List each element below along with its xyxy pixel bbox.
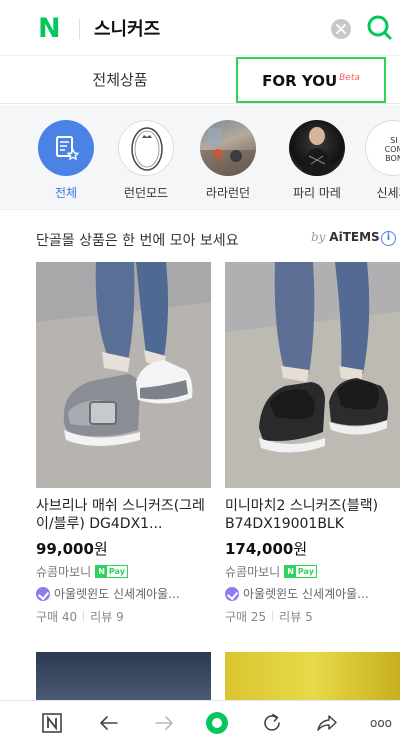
seller-name[interactable]: 슈콤마보니 — [225, 563, 280, 580]
aitems-credit: by AiTEMS — [311, 230, 380, 244]
naver-home-button[interactable] — [38, 709, 66, 737]
purchase-count: 구매 25 — [225, 610, 267, 624]
share-button[interactable] — [313, 709, 341, 737]
price-currency: 원 — [93, 540, 108, 558]
search-divider — [79, 19, 80, 39]
product-name[interactable]: 미니마치2 스니커즈(블랙) B74DX19001BLK — [225, 497, 400, 533]
price-value: 174,000 — [225, 540, 294, 558]
product-card[interactable]: 사브리나 매쉬 스니커즈(그레이/블루) DG4DX1... 99,000원 슈… — [36, 262, 211, 625]
info-icon[interactable]: i — [381, 231, 396, 246]
svg-text:BON: BON — [385, 154, 400, 163]
product-image[interactable] — [36, 262, 211, 488]
stats-divider — [83, 611, 85, 621]
tab-for-you-label: FOR YOU — [262, 72, 338, 90]
naver-logo-icon[interactable]: N — [38, 15, 64, 42]
aitems-brand: AiTEMS — [329, 230, 380, 244]
product-tabs: 전체상품 FOR YOU Beta — [0, 56, 400, 104]
green-dot-button[interactable] — [203, 709, 231, 737]
mall-carousel[interactable]: 전체 런던모드 라라런던 파리 마레 SI CO BO 신세 — [0, 105, 400, 210]
share-icon — [317, 715, 337, 731]
product-image[interactable] — [225, 262, 400, 488]
beta-badge: Beta — [339, 73, 360, 83]
search-header: N 스니커즈 — [0, 0, 400, 56]
price-currency: 원 — [293, 540, 308, 558]
mall-item-paris-marais[interactable]: 파리 마레 — [282, 120, 352, 201]
shinsegae-logo: SI COM BON — [365, 120, 400, 176]
stats-divider — [272, 611, 274, 621]
back-button[interactable] — [95, 709, 123, 737]
product-price: 174,000원 — [225, 538, 400, 559]
clear-search-button[interactable] — [331, 19, 351, 39]
review-count[interactable]: 리뷰 5 — [279, 610, 313, 624]
forward-button[interactable] — [150, 709, 178, 737]
npay-badge: N Pay — [284, 565, 317, 578]
mall-name: 아울렛윈도 신세계아울... — [54, 587, 180, 601]
npay-badge: N Pay — [95, 565, 128, 578]
mall-item-shinsegae[interactable]: SI COM BON 신세계 — [358, 120, 400, 201]
browser-toolbar: ooo — [0, 700, 400, 741]
tab-all-products[interactable]: 전체상품 — [20, 56, 220, 104]
seller-row: 슈콤마보니 N Pay — [36, 563, 211, 580]
mall-label: 라라런던 — [205, 186, 251, 200]
product-price: 99,000원 — [36, 538, 211, 559]
mall-label: 신세계 — [376, 186, 400, 200]
all-malls-icon — [38, 120, 94, 176]
mall-check-icon — [225, 586, 239, 601]
tab-for-you[interactable]: FOR YOU Beta — [236, 57, 386, 103]
more-button[interactable]: ooo — [366, 709, 396, 737]
purchase-count: 구매 40 — [36, 610, 78, 624]
npay-pay: Pay — [108, 567, 125, 576]
mall-item-all[interactable]: 전체 — [31, 120, 101, 201]
product-image[interactable] — [225, 652, 400, 702]
mall-row[interactable]: 아울렛윈도 신세계아울... — [225, 585, 400, 602]
product-stats: 구매 25 리뷰 5 — [225, 608, 400, 625]
mall-item-lara-london[interactable]: 라라런던 — [193, 120, 263, 201]
forward-icon — [155, 716, 173, 730]
mall-name: 아울렛윈도 신세계아울... — [243, 587, 369, 601]
mall-row[interactable]: 아울렛윈도 신세계아울... — [36, 585, 211, 602]
by-label: by — [311, 230, 326, 244]
svg-text:COM: COM — [385, 145, 400, 154]
more-icon: ooo — [369, 716, 393, 730]
section-title: 단골몰 상품은 한 번에 모아 보세요 — [36, 233, 239, 249]
seller-name[interactable]: 슈콤마보니 — [36, 563, 91, 580]
naver-home-icon — [42, 713, 62, 733]
mall-label: 파리 마레 — [293, 186, 341, 200]
product-card[interactable]: 미니마치2 스니커즈(블랙) B74DX19001BLK 174,000원 슈콤… — [225, 262, 400, 625]
search-icon — [367, 15, 392, 40]
product-name[interactable]: 사브리나 매쉬 스니커즈(그레이/블루) DG4DX1... — [36, 497, 211, 533]
search-input[interactable]: 스니커즈 — [94, 15, 160, 41]
price-value: 99,000 — [36, 540, 94, 558]
mall-item-london-mode[interactable]: 런던모드 — [111, 120, 181, 201]
mall-check-icon — [36, 586, 50, 601]
refresh-button[interactable] — [258, 709, 286, 737]
close-icon — [336, 24, 346, 34]
mall-label: 전체 — [54, 186, 78, 200]
mall-label: 런던모드 — [123, 186, 169, 200]
refresh-icon — [264, 713, 280, 731]
lara-london-thumbnail — [200, 120, 256, 176]
svg-text:SI: SI — [390, 136, 397, 145]
product-image[interactable] — [36, 652, 211, 702]
back-icon — [100, 716, 118, 730]
paris-marais-thumbnail — [289, 120, 345, 176]
product-stats: 구매 40 리뷰 9 — [36, 608, 211, 625]
npay-pay: Pay — [297, 567, 314, 576]
london-mode-logo — [118, 120, 174, 176]
npay-n: N — [285, 566, 296, 577]
seller-row: 슈콤마보니 N Pay — [225, 563, 400, 580]
search-button[interactable] — [365, 12, 395, 42]
green-dot-icon — [206, 712, 228, 734]
npay-n: N — [96, 566, 107, 577]
review-count[interactable]: 리뷰 9 — [90, 610, 124, 624]
